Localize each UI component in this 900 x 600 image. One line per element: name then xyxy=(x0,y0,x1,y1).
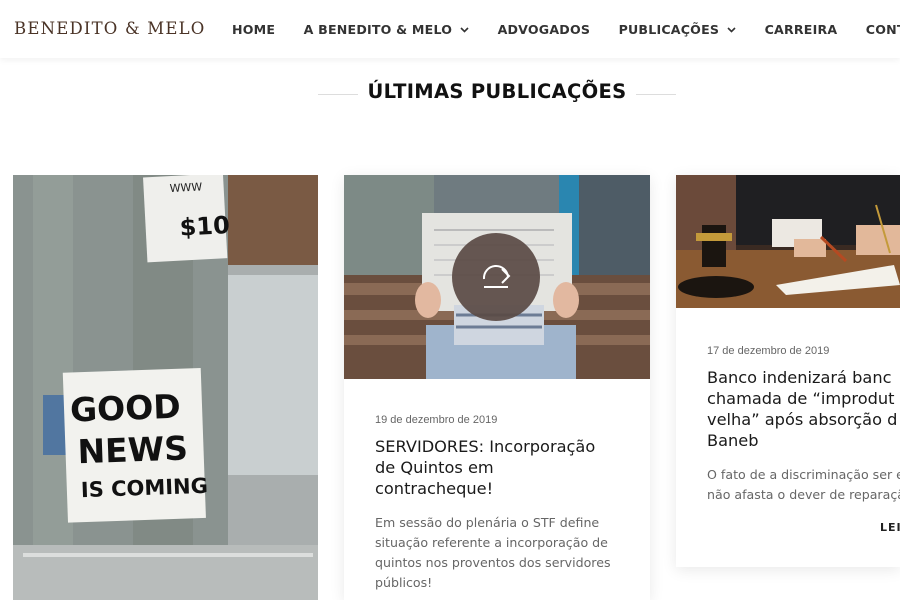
post-image xyxy=(676,175,900,308)
post-title-line: Banco indenizará banc xyxy=(707,368,892,387)
section-title: ÚLTIMAS PUBLICAÇÕES xyxy=(367,80,627,103)
post-photo xyxy=(676,175,900,308)
chevron-down-icon xyxy=(460,21,469,36)
post-excerpt-line: O fato de a discriminação ser en xyxy=(707,467,900,482)
nav-home[interactable]: HOME xyxy=(232,22,275,37)
post-card[interactable]: 17 de dezembro de 2019 Banco indenizará … xyxy=(676,175,900,567)
post-image xyxy=(344,175,650,379)
site-header: BENEDITO & MELO HOME A BENEDITO & MELO A… xyxy=(0,0,900,58)
nav-publicacoes[interactable]: PUBLICAÇÕES xyxy=(619,21,737,37)
post-title[interactable]: Banco indenizará banc chamada de “improd… xyxy=(707,367,900,451)
main-nav: HOME A BENEDITO & MELO ADVOGADOS PUBLICA… xyxy=(232,21,900,39)
nav-contato[interactable]: CONTATO xyxy=(866,22,900,37)
post-excerpt-line: Em sessão do plenária o STF define xyxy=(375,515,600,530)
nav-advogados[interactable]: ADVOGADOS xyxy=(498,22,591,37)
nav-label: HOME xyxy=(232,22,276,37)
post-excerpt: Em sessão do plenária o STF define situa… xyxy=(375,513,634,593)
reload-overlay[interactable] xyxy=(452,233,540,321)
site-logo[interactable]: BENEDITO & MELO xyxy=(14,19,206,38)
post-date: 17 de dezembro de 2019 xyxy=(707,345,830,357)
nav-about[interactable]: A BENEDITO & MELO xyxy=(304,21,469,37)
read-more-link[interactable]: LEIA xyxy=(880,521,900,534)
nav-label: PUBLICAÇÕES xyxy=(618,22,720,37)
title-divider-right xyxy=(636,94,676,95)
nav-label: CONTATO xyxy=(865,22,900,37)
post-title-line: velha” após absorção d xyxy=(707,410,898,429)
post-excerpt: O fato de a discriminação ser en não afa… xyxy=(707,465,900,505)
post-photo xyxy=(344,175,650,379)
post-date: 19 de dezembro de 2019 xyxy=(375,414,498,426)
nav-label: ADVOGADOS xyxy=(497,22,591,37)
post-excerpt-line: públicos! xyxy=(375,575,433,590)
post-title-line: chamada de “improdut xyxy=(707,389,895,408)
nav-label: CARREIRA xyxy=(764,22,838,37)
poster-sign-text: WWW xyxy=(169,180,202,195)
post-card-image[interactable]: WWW $10 GOOD NEWS IS COMING xyxy=(13,175,318,600)
poster-coming-text: IS COMING xyxy=(80,474,208,502)
post-excerpt-line: não afasta o dever de reparação xyxy=(707,487,900,502)
post-title[interactable]: SERVIDORES: Incorporação de Quintos em c… xyxy=(375,436,634,499)
post-card[interactable]: 19 de dezembro de 2019 SERVIDORES: Incor… xyxy=(344,175,650,600)
poster-news-text: NEWS xyxy=(77,428,189,471)
chevron-down-icon xyxy=(727,21,736,36)
poster-price-text: $10 xyxy=(179,211,231,242)
post-excerpt-line: situação referente a incorporação de xyxy=(375,535,608,550)
post-card-body: 19 de dezembro de 2019 SERVIDORES: Incor… xyxy=(375,414,634,593)
nav-carreira[interactable]: CARREIRA xyxy=(765,22,838,37)
post-image: WWW $10 GOOD NEWS IS COMING xyxy=(13,175,318,600)
nav-label: A BENEDITO & MELO xyxy=(303,22,453,37)
post-title-line: de Quintos em xyxy=(375,458,494,477)
post-title-line: SERVIDORES: Incorporação xyxy=(375,437,596,456)
post-title-line: contracheque! xyxy=(375,479,494,498)
poster-good-text: GOOD xyxy=(69,387,181,430)
post-title-line: Baneb xyxy=(707,431,759,450)
post-excerpt-line: quintos nos proventos dos servidores xyxy=(375,555,611,570)
post-card-body: 17 de dezembro de 2019 Banco indenizará … xyxy=(707,345,900,505)
